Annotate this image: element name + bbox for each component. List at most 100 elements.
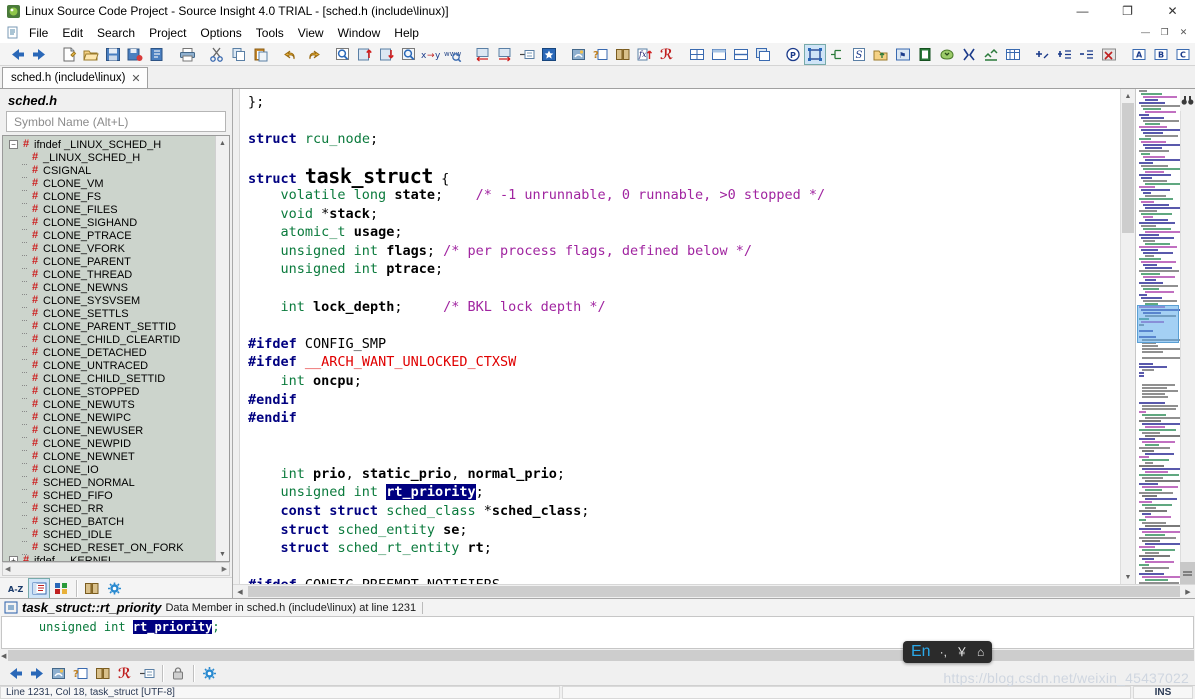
symbol-tree-item[interactable]: # CLONE_CHILD_SETTID bbox=[3, 372, 215, 386]
symbol-tree-item[interactable]: # SCHED_IDLE bbox=[3, 528, 215, 542]
close-button[interactable]: ✕ bbox=[1150, 0, 1195, 22]
mdi-minimize-button[interactable]: — bbox=[1136, 24, 1155, 40]
tab-sched-h[interactable]: sched.h (include\linux) ✕ bbox=[2, 67, 148, 88]
symbol-tree-item[interactable]: # CLONE_DETACHED bbox=[3, 346, 215, 360]
scroll-down-icon[interactable]: ▼ bbox=[216, 547, 229, 561]
code-line[interactable]: }; bbox=[248, 93, 1120, 112]
save-all-icon[interactable] bbox=[124, 44, 146, 65]
code-line[interactable]: struct task_struct { bbox=[248, 166, 1120, 187]
search-down-icon[interactable] bbox=[376, 44, 398, 65]
symbol-tree-item[interactable]: # CLONE_NEWIPC bbox=[3, 411, 215, 425]
code-line[interactable]: unsigned int ptrace; bbox=[248, 260, 1120, 279]
code-line[interactable]: void *stack; bbox=[248, 205, 1120, 224]
scroll-left-icon[interactable]: ◀ bbox=[233, 588, 247, 596]
import-icon[interactable] bbox=[936, 44, 958, 65]
code-editor[interactable]: }; struct rcu_node; struct task_struct {… bbox=[240, 89, 1120, 584]
code-line[interactable]: #endif bbox=[248, 409, 1120, 428]
code-minimap[interactable] bbox=[1135, 89, 1195, 584]
function-up-icon[interactable]: fx bbox=[634, 44, 656, 65]
scroll-up-icon[interactable]: ▲ bbox=[1121, 89, 1135, 103]
symbol-tree-item[interactable]: # CLONE_PTRACE bbox=[3, 229, 215, 243]
redo-icon[interactable] bbox=[302, 44, 324, 65]
print-icon[interactable] bbox=[176, 44, 198, 65]
minimap-scrollbar[interactable] bbox=[1180, 89, 1195, 584]
symbol-tree-item[interactable]: # CLONE_NEWNS bbox=[3, 281, 215, 295]
bookmark-c-icon[interactable]: C bbox=[1172, 44, 1194, 65]
symbol-tree-item[interactable]: # CLONE_NEWUTS bbox=[3, 398, 215, 412]
ime-soft-keyboard-icon[interactable]: ⌂ bbox=[977, 646, 984, 658]
symbol-tree-item[interactable]: # CLONE_UNTRACED bbox=[3, 359, 215, 373]
minimap-viewport[interactable] bbox=[1137, 305, 1179, 343]
symbol-tree-item[interactable]: # SCHED_FIFO bbox=[3, 489, 215, 503]
jump-back-icon[interactable] bbox=[472, 44, 494, 65]
code-line[interactable]: volatile long state; /* -1 unrunnable, 0… bbox=[248, 186, 1120, 205]
ime-currency-icon[interactable]: ￥ bbox=[956, 646, 968, 658]
vertical-split-icon[interactable] bbox=[730, 44, 752, 65]
code-line[interactable]: struct rcu_node; bbox=[248, 130, 1120, 149]
file-properties-icon[interactable]: ⚑ bbox=[892, 44, 914, 65]
symbol-tree-scrollbar[interactable]: ▲ ▼ bbox=[215, 136, 229, 561]
symbol-tree-item[interactable]: # CLONE_SIGHAND bbox=[3, 216, 215, 230]
open-folder-icon[interactable] bbox=[80, 44, 102, 65]
code-line[interactable]: unsigned int flags; /* per process flags… bbox=[248, 242, 1120, 261]
code-line[interactable] bbox=[248, 279, 1120, 298]
settings-gear-icon[interactable] bbox=[103, 578, 125, 599]
scrollbar-thumb[interactable] bbox=[1122, 103, 1134, 233]
menu-search[interactable]: Search bbox=[90, 23, 142, 43]
search-icon[interactable] bbox=[332, 44, 354, 65]
close-file-icon[interactable] bbox=[146, 44, 168, 65]
symbol-type-icon[interactable] bbox=[50, 578, 72, 599]
context-window-icon[interactable] bbox=[568, 44, 590, 65]
symbol-help-icon[interactable]: ? bbox=[70, 663, 92, 684]
context-code-preview[interactable]: unsigned int rt_priority; bbox=[1, 616, 1194, 649]
ime-punctuation-icon[interactable]: ·, bbox=[940, 646, 947, 658]
scroll-left-icon[interactable]: ◀ bbox=[1, 652, 6, 660]
symbol-tree-item[interactable]: # SCHED_BATCH bbox=[3, 515, 215, 529]
symbol-tree-item[interactable]: # CLONE_VFORK bbox=[3, 242, 215, 256]
symbol-tree-item[interactable]: + # ifdef __KERNEL__ bbox=[3, 554, 215, 561]
replace-icon[interactable]: x → y bbox=[420, 44, 442, 65]
bookmark-icon[interactable] bbox=[538, 44, 560, 65]
ime-language-bar[interactable]: En ·, ￥ ⌂ bbox=[903, 641, 993, 663]
minimize-button[interactable]: — bbox=[1060, 0, 1105, 22]
scrollbar-thumb[interactable] bbox=[8, 650, 1194, 661]
outline-icon[interactable] bbox=[826, 44, 848, 65]
sync-file-icon[interactable] bbox=[914, 44, 936, 65]
symbol-tree-item[interactable]: # CLONE_VM bbox=[3, 177, 215, 191]
ime-language-label[interactable]: En bbox=[911, 644, 931, 660]
scroll-down-icon[interactable]: ▼ bbox=[1121, 570, 1135, 584]
code-line[interactable]: int prio, static_prio, normal_prio; bbox=[248, 465, 1120, 484]
symbol-help-icon[interactable]: ? bbox=[590, 44, 612, 65]
source-link-icon[interactable] bbox=[136, 663, 158, 684]
context-horizontal-scrollbar[interactable]: ◀ bbox=[0, 649, 1195, 662]
search-files-icon[interactable] bbox=[398, 44, 420, 65]
browse-project-icon[interactable] bbox=[980, 44, 1002, 65]
symbol-tree-item[interactable]: # CLONE_PARENT_SETTID bbox=[3, 320, 215, 334]
search-web-icon[interactable]: www bbox=[442, 44, 464, 65]
code-line[interactable]: int lock_depth; /* BKL lock depth */ bbox=[248, 298, 1120, 317]
symbol-tree-item[interactable]: # CLONE_NEWPID bbox=[3, 437, 215, 451]
reference-book-icon[interactable] bbox=[92, 663, 114, 684]
symbol-tree-item[interactable]: # CLONE_FILES bbox=[3, 203, 215, 217]
undo-icon[interactable] bbox=[280, 44, 302, 65]
back-arrow-icon[interactable] bbox=[4, 663, 26, 684]
code-line[interactable]: const struct sched_class *sched_class; bbox=[248, 502, 1120, 521]
symbol-tree-item[interactable]: # _LINUX_SCHED_H bbox=[3, 151, 215, 165]
scrollbar-track[interactable] bbox=[216, 150, 229, 547]
symbol-tree-item[interactable]: # CLONE_THREAD bbox=[3, 268, 215, 282]
code-line[interactable] bbox=[248, 446, 1120, 465]
editor-vertical-scrollbar[interactable]: ▲ ▼ bbox=[1120, 89, 1135, 584]
code-line[interactable]: atomic_t usage; bbox=[248, 223, 1120, 242]
symbol-tree-item[interactable]: # SCHED_RR bbox=[3, 502, 215, 516]
lock-icon[interactable] bbox=[167, 663, 189, 684]
code-line[interactable]: #endif bbox=[248, 391, 1120, 410]
forward-arrow-icon[interactable] bbox=[28, 44, 50, 65]
code-line[interactable]: #ifdef CONFIG_SMP bbox=[248, 335, 1120, 354]
folder-up-icon[interactable] bbox=[870, 44, 892, 65]
menu-file[interactable]: File bbox=[22, 23, 55, 43]
scrollbar-thumb[interactable] bbox=[248, 586, 1180, 597]
jump-forward-icon[interactable] bbox=[494, 44, 516, 65]
editor-horizontal-scrollbar[interactable]: ◀ ▶ bbox=[233, 584, 1195, 598]
reference-book-icon[interactable] bbox=[81, 578, 103, 599]
menu-options[interactable]: Options bbox=[193, 23, 248, 43]
